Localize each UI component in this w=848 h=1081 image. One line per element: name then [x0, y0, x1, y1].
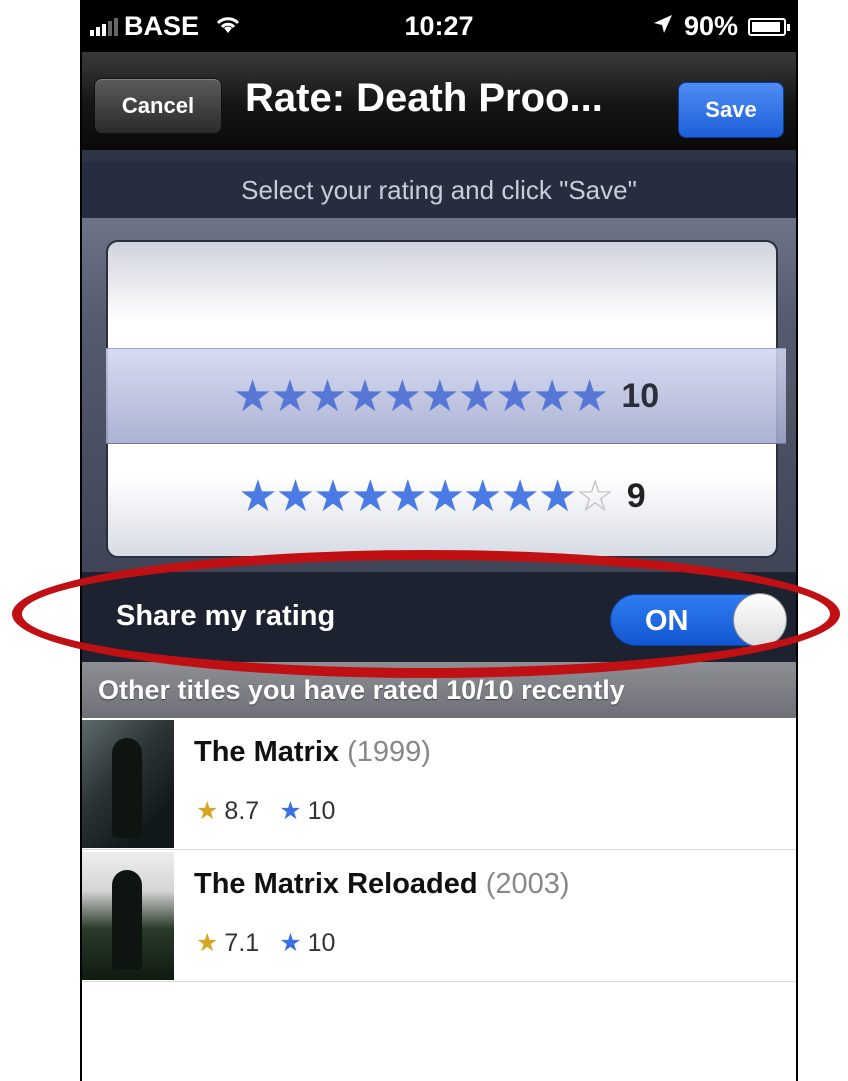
movie-poster — [82, 852, 174, 980]
phone-screen: BASE 10:27 90% Cancel Rate: Death Proo..… — [80, 0, 798, 1081]
star-rating-icons: ★★★★★★★★★☆ — [238, 471, 614, 521]
user-star-icon: ★ — [279, 797, 302, 825]
page-title: Rate: Death Proo... — [245, 76, 603, 120]
movie-ratings: ★ 8.7 ★ 10 — [196, 796, 335, 826]
poster-figure — [112, 870, 142, 970]
star-rating-icons: ★★★★★★★★★★ — [232, 371, 609, 421]
status-bar: BASE 10:27 90% — [82, 0, 796, 52]
share-rating-row: Share my rating ON — [82, 572, 796, 662]
navigation-bar: Cancel Rate: Death Proo... Save — [82, 52, 796, 151]
share-rating-toggle[interactable]: ON — [610, 593, 787, 647]
save-button[interactable]: Save — [678, 82, 784, 138]
location-icon — [652, 11, 674, 42]
picker-value: 9 — [626, 476, 646, 515]
battery-percent: 90% — [683, 11, 738, 41]
poster-figure — [112, 738, 142, 838]
imdb-rating: 7.1 — [224, 928, 260, 957]
user-star-icon: ★ — [279, 929, 302, 957]
toggle-knob[interactable] — [733, 593, 787, 647]
section-header: Other titles you have rated 10/10 recent… — [82, 662, 796, 718]
movie-title: The Matrix Reloaded (2003) — [194, 868, 570, 900]
movie-poster — [82, 720, 174, 848]
picker-row-blank — [108, 242, 776, 332]
movie-ratings: ★ 7.1 ★ 10 — [196, 928, 335, 958]
cancel-button[interactable]: Cancel — [94, 78, 222, 134]
status-right: 90% — [652, 11, 790, 42]
list-item[interactable]: The Matrix (1999) ★ 8.7 ★ 10 — [82, 718, 796, 850]
share-rating-label: Share my rating — [116, 600, 336, 632]
user-rating: 10 — [307, 928, 336, 957]
instruction-text: Select your rating and click "Save" — [82, 162, 796, 218]
list-item[interactable]: The Matrix Reloaded (2003) ★ 7.1 ★ 10 — [82, 850, 796, 982]
toggle-state-label: ON — [645, 605, 689, 637]
picker-selection-row[interactable]: ★★★★★★★★★★ 10 — [106, 348, 786, 444]
user-rating: 10 — [307, 796, 336, 825]
picker-selected-value: 10 — [621, 376, 660, 415]
imdb-star-icon: ★ — [196, 929, 219, 957]
imdb-rating: 8.7 — [224, 796, 260, 825]
imdb-star-icon: ★ — [196, 797, 219, 825]
picker-row-9[interactable]: ★★★★★★★★★☆ 9 — [108, 446, 776, 546]
battery-icon — [748, 17, 790, 36]
movie-title: The Matrix (1999) — [194, 736, 431, 768]
